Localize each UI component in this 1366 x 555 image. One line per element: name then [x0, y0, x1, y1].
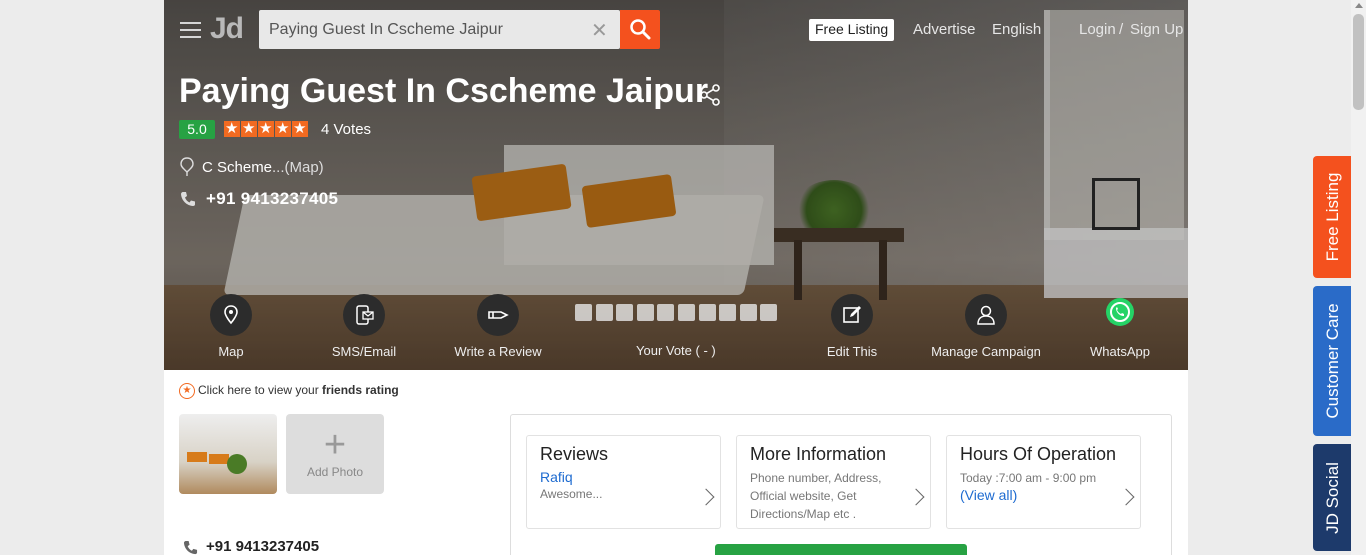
vote-box[interactable]	[657, 304, 675, 321]
hamburger-menu-icon[interactable]	[180, 22, 201, 38]
vote-box[interactable]	[616, 304, 634, 321]
whatsapp-label: WhatsApp	[1090, 344, 1150, 359]
star-rating	[224, 119, 309, 142]
reviews-title: Reviews	[540, 444, 609, 464]
edit-this-label: Edit This	[826, 344, 878, 359]
star-icon: ★	[179, 383, 195, 399]
customer-care-side-tab[interactable]: Customer Care	[1313, 286, 1352, 436]
green-action-button[interactable]	[715, 544, 967, 555]
vote-box[interactable]	[677, 304, 695, 321]
whatsapp-action[interactable]: WhatsApp	[1053, 294, 1187, 359]
vote-box[interactable]	[760, 304, 778, 321]
jd-logo[interactable]: Jd	[210, 12, 244, 46]
add-photo-label: Add Photo	[306, 465, 364, 479]
search-box: ✕	[259, 10, 620, 49]
lower-phone-number[interactable]: +91 9413237405	[206, 538, 319, 555]
map-action-label: Map	[218, 344, 244, 359]
location-text: C Scheme	[202, 159, 273, 176]
votes-count[interactable]: 4 Votes	[321, 121, 371, 138]
your-vote-label: Your Vote ( - )	[636, 343, 716, 358]
rating-badge: 5.0	[179, 120, 215, 139]
whatsapp-icon	[1106, 298, 1134, 326]
search-icon	[630, 19, 651, 40]
add-photo-button[interactable]: + Add Photo	[286, 414, 384, 494]
star-icon	[292, 119, 308, 137]
vote-box[interactable]	[719, 304, 737, 321]
location-icon	[180, 157, 194, 176]
advertise-link[interactable]: Advertise	[913, 21, 976, 38]
search-input[interactable]	[259, 10, 620, 49]
person-icon	[977, 305, 995, 325]
phone-icon	[183, 540, 198, 555]
scroll-thumb[interactable]	[1353, 14, 1364, 110]
vote-box[interactable]	[575, 304, 592, 321]
page-title: Paying Guest In Cscheme Jaipur	[179, 72, 709, 110]
star-icon	[224, 119, 240, 137]
plus-icon: +	[323, 424, 347, 466]
reviewer-name[interactable]: Rafiq	[540, 469, 707, 485]
hero-banner: Jd ✕ Free Listing Advertise English Logi…	[164, 0, 1188, 370]
review-snippet: Awesome...	[540, 487, 603, 501]
login-separator: /	[1119, 21, 1124, 38]
vote-box[interactable]	[636, 304, 654, 321]
more-information-text: Phone number, Address, Official website,…	[750, 471, 882, 521]
language-link[interactable]: English	[992, 21, 1041, 38]
jd-social-side-tab[interactable]: JD Social	[1313, 444, 1352, 551]
manage-campaign-label: Manage Campaign	[931, 344, 1041, 359]
edit-icon	[843, 306, 861, 323]
more-information-title: More Information	[750, 444, 887, 464]
star-icon	[241, 119, 257, 137]
free-listing-link[interactable]: Free Listing	[809, 19, 895, 41]
map-action[interactable]: Map	[164, 294, 298, 359]
vote-selector[interactable]	[575, 304, 781, 326]
manage-campaign-action[interactable]: Manage Campaign	[919, 294, 1053, 359]
sms-email-label: SMS/Email	[331, 344, 397, 359]
vote-box[interactable]	[698, 304, 716, 321]
phone-number[interactable]: +91 9413237405	[206, 189, 338, 209]
hours-title: Hours Of Operation	[960, 444, 1117, 464]
map-pin-icon	[224, 305, 238, 325]
free-listing-side-tab[interactable]: Free Listing	[1313, 156, 1352, 278]
write-review-label: Write a Review	[454, 344, 542, 359]
search-button[interactable]	[620, 10, 660, 49]
vote-box[interactable]	[595, 304, 613, 321]
scroll-up-icon[interactable]	[1355, 3, 1363, 8]
reviews-card[interactable]: Reviews Rafiq Awesome...	[526, 435, 721, 529]
page: Jd ✕ Free Listing Advertise English Logi…	[164, 0, 1188, 555]
login-link[interactable]: Login	[1079, 21, 1116, 38]
signup-link[interactable]: Sign Up	[1130, 21, 1183, 38]
friends-rating-link[interactable]: ★ Click here to view your friends rating	[179, 383, 399, 399]
vertical-scrollbar[interactable]	[1351, 0, 1366, 555]
today-hours: Today :7:00 am - 9:00 pm	[960, 471, 1097, 485]
info-panel: Reviews Rafiq Awesome... More Informatio…	[510, 414, 1172, 555]
listing-photo-thumbnail[interactable]	[179, 414, 277, 494]
hours-of-operation-card[interactable]: Hours Of Operation Today :7:00 am - 9:00…	[946, 435, 1141, 529]
sms-email-icon	[356, 305, 374, 325]
sms-email-action[interactable]: SMS/Email	[297, 294, 431, 359]
view-all-hours-link[interactable]: (View all)	[960, 487, 1127, 503]
clear-icon[interactable]: ✕	[591, 18, 608, 43]
star-icon	[258, 119, 274, 137]
phone-icon	[181, 192, 195, 206]
write-review-action[interactable]: Write a Review	[431, 294, 565, 359]
vote-box[interactable]	[739, 304, 757, 321]
pen-icon	[488, 311, 509, 319]
map-link[interactable]: ...(Map)	[272, 159, 324, 176]
more-information-card[interactable]: More Information Phone number, Address, …	[736, 435, 931, 529]
edit-this-action[interactable]: Edit This	[785, 294, 919, 359]
star-icon	[275, 119, 291, 137]
share-icon[interactable]	[698, 83, 722, 107]
